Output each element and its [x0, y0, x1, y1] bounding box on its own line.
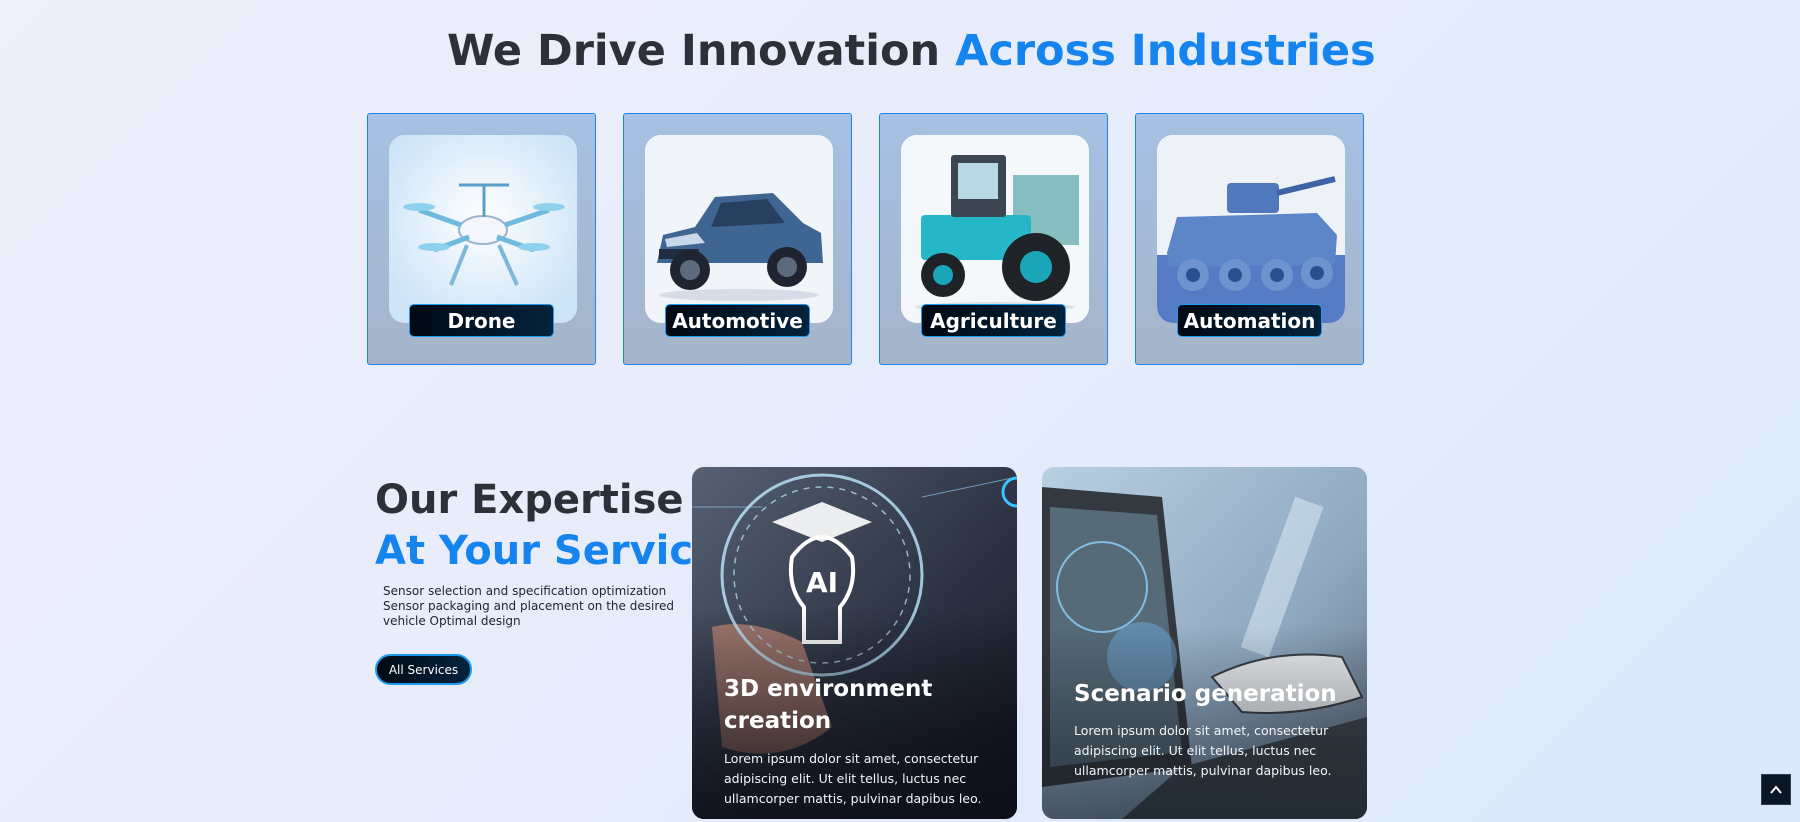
hero-title: We Drive Innovation Across Industries [447, 26, 1376, 76]
service-card-scenario-generation[interactable]: Scenario generation Lorem ipsum dolor si… [1042, 467, 1367, 819]
service-card-3d-environment[interactable]: AI 3D environment creation Lorem ipsum d… [692, 467, 1017, 819]
service-description: Lorem ipsum dolor sit amet, consectetur … [1074, 723, 1332, 778]
expertise-title-accent: At Your Service [375, 528, 721, 574]
hero-title-plain: We Drive Innovation [447, 26, 941, 76]
armored-vehicle-image [1157, 135, 1345, 323]
expertise-title: Our Expertise At Your Service [375, 475, 720, 577]
hero-title-accent: Across Industries [955, 26, 1376, 76]
tractor-image [901, 135, 1089, 323]
all-services-button[interactable]: All Services [375, 654, 472, 685]
expertise-title-plain: Our Expertise [375, 477, 684, 523]
expertise-description: Sensor selection and specification optim… [383, 584, 674, 628]
industry-card-automation[interactable]: Automation [1135, 113, 1364, 365]
chevron-up-icon [1770, 784, 1782, 794]
industry-card-agriculture[interactable]: Agriculture [879, 113, 1108, 365]
suv-image [645, 135, 833, 323]
drone-image [389, 135, 577, 323]
service-title: 3D environment creation [724, 676, 933, 734]
scroll-to-top-button[interactable] [1761, 774, 1791, 805]
industry-label: Automation [1177, 304, 1322, 337]
industry-label: Agriculture [921, 304, 1066, 337]
industry-label: Drone [409, 304, 554, 337]
service-description: Lorem ipsum dolor sit amet, consectetur … [724, 751, 982, 806]
industry-label: Automotive [665, 304, 810, 337]
industry-card-drone[interactable]: Drone [367, 113, 596, 365]
service-title: Scenario generation [1074, 681, 1337, 707]
industry-card-automotive[interactable]: Automotive [623, 113, 852, 365]
